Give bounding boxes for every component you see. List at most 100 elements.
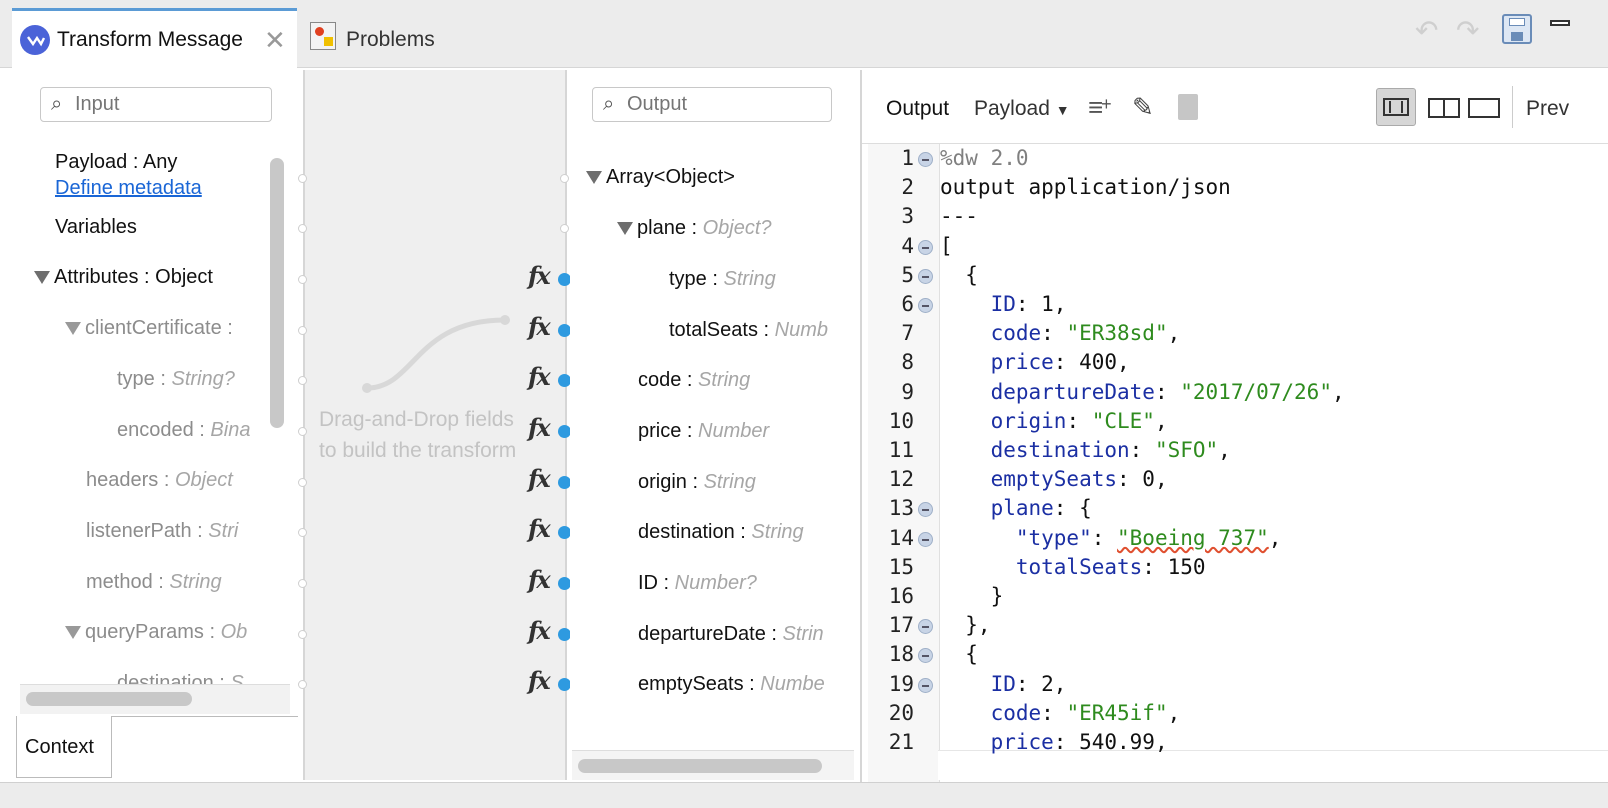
close-icon[interactable]: ✕ (264, 25, 286, 56)
tree-item-type[interactable]: type : String? (117, 368, 235, 391)
function-icon[interactable]: fx (528, 616, 551, 645)
input-connector[interactable] (298, 478, 307, 487)
code-line[interactable]: code: "ER38sd", (940, 321, 1181, 346)
code-line[interactable]: price: 400, (940, 350, 1130, 374)
tree-item-array[interactable]: Array<Object> (586, 166, 735, 189)
function-icon[interactable]: fx (528, 362, 551, 391)
code-line[interactable]: code: "ER45if", (940, 701, 1181, 725)
code-line[interactable]: ID: 1, (940, 292, 1067, 316)
context-tab[interactable]: Context (16, 716, 112, 778)
input-connector[interactable] (298, 579, 307, 588)
tree-item-variables[interactable]: Variables (55, 216, 137, 239)
function-icon[interactable]: fx (528, 514, 551, 543)
horizontal-scrollbar[interactable] (578, 759, 822, 773)
fold-toggle-icon[interactable] (918, 152, 933, 167)
tree-item-code[interactable]: code : String (638, 369, 750, 392)
payload-dropdown[interactable]: Payload ▼ (974, 97, 1070, 121)
code-line[interactable]: } (940, 584, 1004, 608)
tree-item-emptyseats[interactable]: emptySeats : Numbe (638, 673, 825, 696)
code-line[interactable]: departureDate: "2017/07/26", (940, 380, 1345, 404)
tree-item-departuredate[interactable]: departureDate : Strin (638, 623, 824, 646)
tree-item-clientcertificate[interactable]: clientCertificate : (65, 317, 233, 340)
function-icon[interactable]: fx (528, 413, 551, 442)
output-tree-panel: ⌕ Array<Object> plane : Object? type : S… (570, 70, 858, 782)
tree-item-headers[interactable]: headers : Object (86, 469, 233, 492)
function-icon[interactable]: fx (528, 261, 551, 290)
tree-item-destination[interactable]: destination : String (638, 521, 804, 544)
fold-toggle-icon[interactable] (918, 268, 933, 284)
input-connector[interactable] (298, 528, 307, 537)
code-line[interactable]: }, (940, 613, 990, 637)
output-connector[interactable] (560, 224, 569, 233)
tree-item-queryparams[interactable]: queryParams : Ob (65, 621, 247, 644)
expand-triangle-icon[interactable] (34, 271, 50, 285)
expand-triangle-icon[interactable] (586, 171, 602, 185)
horizontal-scrollbar[interactable] (26, 692, 192, 706)
tree-item-price[interactable]: price : Number (638, 420, 769, 443)
input-connector[interactable] (298, 326, 307, 335)
fold-toggle-icon[interactable] (918, 298, 933, 313)
output-connector[interactable] (560, 174, 569, 183)
code-line[interactable]: { (940, 642, 978, 666)
code-line[interactable]: plane: { (940, 496, 1092, 520)
code-token: code (990, 321, 1042, 346)
code-line[interactable]: "type": "Boeing 737", (940, 526, 1282, 550)
undo-icon[interactable]: ↶ (1415, 14, 1438, 47)
code-line[interactable]: price: 540.99, (940, 730, 1168, 754)
delete-trash-icon[interactable] (1178, 94, 1198, 120)
expand-triangle-icon[interactable] (65, 322, 81, 336)
expand-triangle-icon[interactable] (65, 626, 81, 640)
function-icon[interactable]: fx (528, 666, 551, 695)
tab-transform-message[interactable]: Transform Message ✕ (12, 8, 297, 70)
code-line[interactable]: output application/json (940, 175, 1231, 199)
fold-toggle-icon[interactable] (918, 531, 933, 547)
layout-columns-icon[interactable] (1428, 98, 1460, 118)
input-search[interactable]: ⌕ (40, 87, 272, 122)
minimize-icon[interactable] (1550, 20, 1570, 26)
tree-item-id[interactable]: ID : Number? (638, 572, 757, 595)
input-connector[interactable] (298, 275, 307, 284)
code-line[interactable]: destination: "SFO", (940, 438, 1231, 462)
expand-triangle-icon[interactable] (617, 222, 633, 236)
input-connector[interactable] (298, 376, 307, 385)
save-icon[interactable] (1502, 14, 1532, 44)
input-connector[interactable] (298, 630, 307, 639)
code-line[interactable]: ID: 2, (940, 672, 1067, 696)
code-line[interactable]: origin: "CLE", (940, 409, 1168, 433)
input-search-field[interactable] (75, 91, 265, 118)
tree-item-plane[interactable]: plane : Object? (617, 217, 772, 240)
drag-hint-curve (362, 315, 510, 393)
vertical-scrollbar[interactable] (270, 158, 284, 428)
redo-icon[interactable]: ↷ (1456, 14, 1479, 47)
function-icon[interactable]: fx (528, 464, 551, 493)
preview-button[interactable]: Prev (1526, 97, 1569, 121)
function-icon[interactable]: fx (528, 565, 551, 594)
tree-item-encoded[interactable]: encoded : Bina (117, 419, 250, 442)
input-connector[interactable] (298, 427, 307, 436)
add-list-icon[interactable]: ≡+ (1088, 92, 1114, 123)
tree-item-attributes[interactable]: Attributes : Object (34, 266, 213, 289)
tree-item-payload[interactable]: Payload : Any (55, 151, 177, 174)
code-line[interactable]: totalSeats: 150 (940, 555, 1206, 579)
code-line[interactable]: { (940, 263, 978, 287)
input-connector[interactable] (298, 680, 307, 689)
line-number: 2 (901, 175, 914, 200)
define-metadata-link[interactable]: Define metadata (55, 177, 202, 200)
function-icon[interactable]: fx (528, 312, 551, 341)
fold-toggle-icon[interactable] (918, 677, 933, 693)
input-connector[interactable] (298, 224, 307, 233)
code-line[interactable]: --- (940, 204, 978, 228)
tree-item-origin[interactable]: origin : String (638, 471, 756, 494)
input-connector[interactable] (298, 174, 307, 183)
code-line[interactable]: emptySeats: 0, (940, 467, 1168, 491)
code-line[interactable]: [ (940, 234, 953, 258)
fold-toggle-icon[interactable] (918, 239, 933, 255)
layout-split-icon[interactable] (1376, 88, 1416, 126)
tree-item-listenerpath[interactable]: listenerPath : Stri (86, 520, 238, 543)
tree-item-method[interactable]: method : String (86, 571, 222, 594)
layout-single-icon[interactable] (1468, 98, 1500, 118)
code-line[interactable]: %dw 2.0 (940, 146, 1029, 170)
tree-item-totalseats[interactable]: totalSeats : Numb (669, 319, 828, 342)
edit-pencil-icon[interactable]: ✎ (1132, 92, 1154, 123)
tree-item-type[interactable]: type : String (669, 268, 776, 291)
